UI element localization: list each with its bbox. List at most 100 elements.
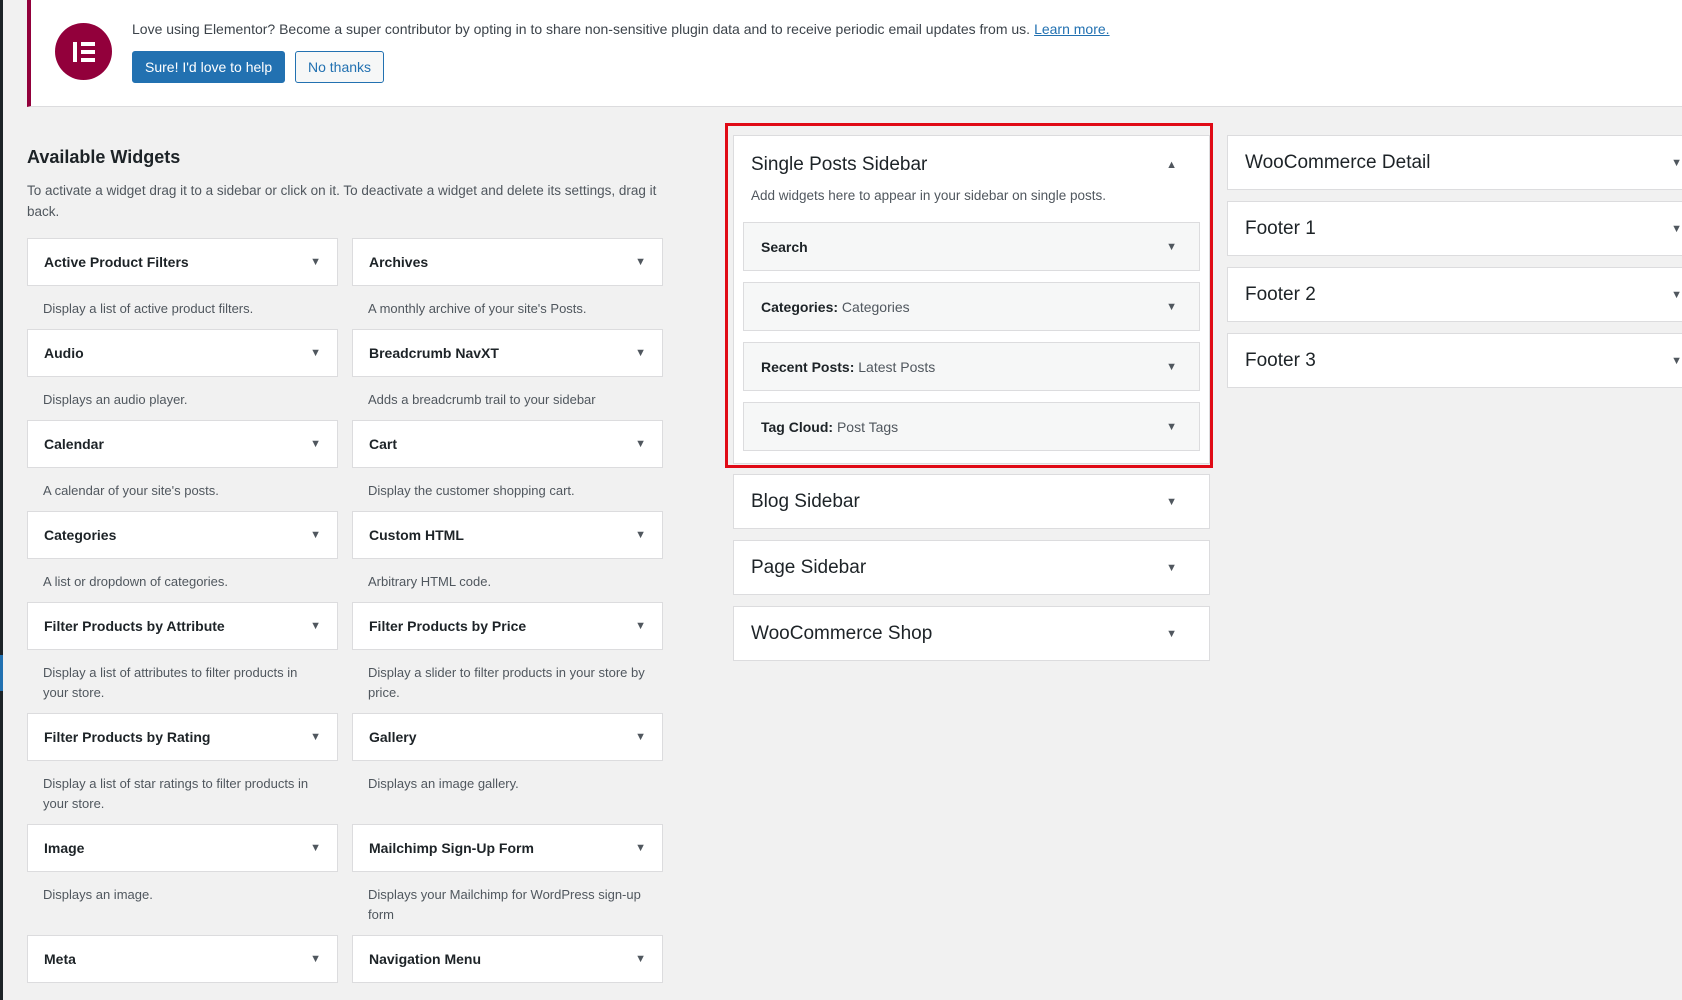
sidebar-single-posts-header[interactable]: Single Posts Sidebar ▲ bbox=[734, 136, 1209, 193]
widget-description: Arbitrary HTML code. bbox=[368, 574, 492, 589]
caret-down-icon[interactable]: ▼ bbox=[1166, 241, 1177, 253]
widget-name: Active Product Filters bbox=[44, 254, 189, 270]
widget-description: Display a list of star ratings to filter… bbox=[43, 776, 309, 811]
caret-down-icon[interactable]: ▼ bbox=[635, 256, 646, 268]
widget-description: A list or dropdown of categories. bbox=[43, 574, 228, 589]
sidebar-title: Blog Sidebar bbox=[751, 490, 860, 512]
widget-title-bar[interactable]: Active Product Filters ▼ bbox=[27, 238, 338, 286]
caret-down-icon[interactable]: ▼ bbox=[1166, 421, 1177, 433]
widget-title-bar[interactable]: Breadcrumb NavXT ▼ bbox=[352, 329, 663, 377]
caret-down-icon[interactable]: ▼ bbox=[1671, 355, 1682, 367]
sidebar-footer-1[interactable]: Footer 1 ▼ bbox=[1227, 201, 1682, 256]
widget-name: Calendar bbox=[44, 436, 104, 452]
learn-more-link[interactable]: Learn more. bbox=[1034, 21, 1109, 37]
caret-down-icon[interactable]: ▼ bbox=[635, 842, 646, 854]
sidebar-widget-search[interactable]: Search ▼ bbox=[743, 222, 1200, 271]
widget-item: Cart ▼ Display the customer shopping cart. bbox=[352, 420, 663, 511]
sidebar-woocommerce-detail[interactable]: WooCommerce Detail ▼ bbox=[1227, 135, 1682, 190]
widget-title-bar[interactable]: Filter Products by Price ▼ bbox=[352, 602, 663, 650]
caret-down-icon[interactable]: ▼ bbox=[310, 347, 321, 359]
caret-down-icon[interactable]: ▼ bbox=[1166, 496, 1177, 508]
sidebar-title: Page Sidebar bbox=[751, 556, 867, 578]
widget-description: Adds a breadcrumb trail to your sidebar bbox=[368, 392, 596, 407]
widget-title-bar[interactable]: Calendar ▼ bbox=[27, 420, 338, 468]
available-widgets-description: To activate a widget drag it to a sideba… bbox=[27, 183, 657, 219]
sidebar-title: Footer 1 bbox=[1245, 217, 1316, 239]
widget-title-bar[interactable]: Filter Products by Rating ▼ bbox=[27, 713, 338, 761]
widget-description: Display the customer shopping cart. bbox=[368, 483, 575, 498]
sidebar-title: Footer 2 bbox=[1245, 283, 1316, 305]
widget-description: Display a list of attributes to filter p… bbox=[43, 665, 298, 700]
sidebar-single-posts: Single Posts Sidebar ▲ Add widgets here … bbox=[733, 135, 1210, 464]
widget-title-bar[interactable]: Filter Products by Attribute ▼ bbox=[27, 602, 338, 650]
caret-down-icon[interactable]: ▼ bbox=[635, 438, 646, 450]
notice-message: Love using Elementor? Become a super con… bbox=[132, 21, 1110, 37]
widget-title-bar[interactable]: Categories ▼ bbox=[27, 511, 338, 559]
sidebar-woocommerce-shop[interactable]: WooCommerce Shop ▼ bbox=[733, 606, 1210, 661]
caret-down-icon[interactable]: ▼ bbox=[310, 438, 321, 450]
caret-down-icon[interactable]: ▼ bbox=[635, 347, 646, 359]
sidebar-title: WooCommerce Detail bbox=[1245, 151, 1431, 173]
widget-title: Tag Cloud: bbox=[761, 418, 834, 435]
widget-item: Navigation Menu ▼ bbox=[352, 935, 663, 996]
widget-item: Filter Products by Price ▼ Display a slide… bbox=[352, 602, 663, 713]
caret-down-icon[interactable]: ▼ bbox=[1166, 361, 1177, 373]
widget-title-bar[interactable]: Mailchimp Sign-Up Form ▼ bbox=[352, 824, 663, 872]
optin-decline-button[interactable]: No thanks bbox=[295, 51, 385, 83]
widget-name: Custom HTML bbox=[369, 527, 464, 543]
caret-down-icon[interactable]: ▼ bbox=[1671, 157, 1682, 169]
widget-title-bar[interactable]: Image ▼ bbox=[27, 824, 338, 872]
widget-item: Calendar ▼ A calendar of your site's posts… bbox=[27, 420, 338, 511]
widget-item: Audio ▼ Displays an audio player. bbox=[27, 329, 338, 420]
sidebar-widget-tag-cloud[interactable]: Tag Cloud: Post Tags ▼ bbox=[743, 402, 1200, 451]
sidebar-footer-3[interactable]: Footer 3 ▼ bbox=[1227, 333, 1682, 388]
caret-up-icon[interactable]: ▲ bbox=[1166, 159, 1177, 171]
widget-description: Display a list of active product filters… bbox=[43, 301, 254, 316]
caret-down-icon[interactable]: ▼ bbox=[635, 620, 646, 632]
widget-item: Meta ▼ bbox=[27, 935, 338, 996]
caret-down-icon[interactable]: ▼ bbox=[310, 256, 321, 268]
widget-subtitle: Post Tags bbox=[836, 418, 899, 435]
widget-title-bar[interactable]: Cart ▼ bbox=[352, 420, 663, 468]
caret-down-icon[interactable]: ▼ bbox=[1166, 562, 1177, 574]
widget-title-bar[interactable]: Navigation Menu ▼ bbox=[352, 935, 663, 983]
sidebar-page[interactable]: Page Sidebar ▼ bbox=[733, 540, 1210, 595]
sidebar-description: Add widgets here to appear in your sideb… bbox=[751, 188, 1106, 203]
widget-name: Audio bbox=[44, 345, 84, 361]
caret-down-icon[interactable]: ▼ bbox=[310, 731, 321, 743]
caret-down-icon[interactable]: ▼ bbox=[1671, 223, 1682, 235]
caret-down-icon[interactable]: ▼ bbox=[635, 529, 646, 541]
widget-item: Gallery ▼ Displays an image gallery. bbox=[352, 713, 663, 824]
widget-subtitle: Latest Posts bbox=[858, 358, 936, 375]
caret-down-icon[interactable]: ▼ bbox=[310, 953, 321, 965]
sidebar-widget-categories[interactable]: Categories: Categories ▼ bbox=[743, 282, 1200, 331]
widget-name: Navigation Menu bbox=[369, 951, 482, 967]
widget-title-bar[interactable]: Audio ▼ bbox=[27, 329, 338, 377]
sidebar-widget-recent-posts[interactable]: Recent Posts: Latest Posts ▼ bbox=[743, 342, 1200, 391]
widget-name: Gallery bbox=[369, 729, 417, 745]
caret-down-icon[interactable]: ▼ bbox=[1671, 289, 1682, 301]
widget-title-bar[interactable]: Custom HTML ▼ bbox=[352, 511, 663, 559]
widget-item: Filter Products by Rating ▼ Display a list… bbox=[27, 713, 338, 824]
widget-title: Recent Posts: bbox=[761, 358, 855, 375]
widget-name: Mailchimp Sign-Up Form bbox=[369, 840, 534, 856]
optin-accept-button[interactable]: Sure! I'd love to help bbox=[132, 51, 286, 83]
widget-title-bar[interactable]: Gallery ▼ bbox=[352, 713, 663, 761]
widget-title-bar[interactable]: Meta ▼ bbox=[27, 935, 338, 983]
widget-name: Cart bbox=[369, 436, 398, 452]
caret-down-icon[interactable]: ▼ bbox=[310, 620, 321, 632]
sidebar-blog[interactable]: Blog Sidebar ▼ bbox=[733, 474, 1210, 529]
caret-down-icon[interactable]: ▼ bbox=[310, 842, 321, 854]
widget-description: Display a slider to filter products in y… bbox=[368, 665, 645, 700]
widget-title-bar[interactable]: Archives ▼ bbox=[352, 238, 663, 286]
caret-down-icon[interactable]: ▼ bbox=[1166, 628, 1177, 640]
caret-down-icon[interactable]: ▼ bbox=[635, 731, 646, 743]
elementor-logo-icon bbox=[55, 23, 112, 80]
widget-title: Search bbox=[761, 238, 808, 255]
sidebar-footer-2[interactable]: Footer 2 ▼ bbox=[1227, 267, 1682, 322]
caret-down-icon[interactable]: ▼ bbox=[310, 529, 321, 541]
widget-name: Filter Products by Rating bbox=[44, 729, 211, 745]
caret-down-icon[interactable]: ▼ bbox=[635, 953, 646, 965]
caret-down-icon[interactable]: ▼ bbox=[1166, 301, 1177, 313]
widget-item: Categories ▼ A list or dropdown of categor… bbox=[27, 511, 338, 602]
